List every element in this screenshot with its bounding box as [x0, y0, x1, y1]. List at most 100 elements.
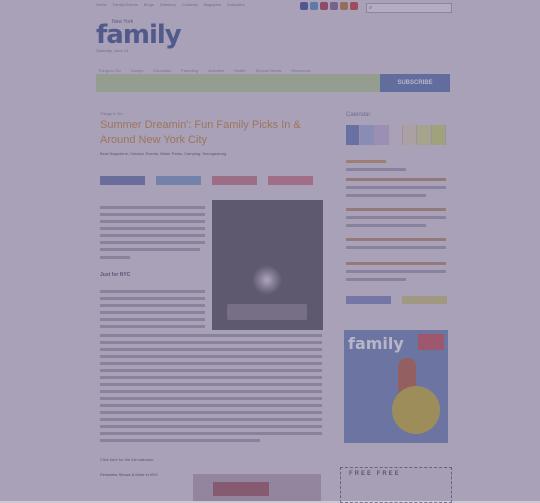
calendar-day[interactable]	[417, 125, 432, 145]
body-text-line	[100, 355, 322, 358]
subscribe-button[interactable]: SUBSCRIBE	[380, 74, 450, 92]
add-event-button[interactable]	[402, 296, 447, 304]
sidebar-event-line	[346, 278, 406, 281]
body-text-line	[100, 376, 322, 379]
sidebar-event-line	[346, 168, 406, 171]
body-text-line	[100, 318, 205, 321]
calendar-day[interactable]	[431, 125, 446, 145]
nav-item[interactable]: Camps	[131, 68, 144, 73]
body-text-line	[100, 220, 205, 223]
body-text-line	[100, 411, 322, 414]
see-all-events-button[interactable]	[346, 296, 391, 304]
sidebar-event-line	[346, 246, 446, 249]
body-text-line	[100, 362, 322, 365]
thumbnail-graphic	[213, 482, 269, 496]
promo-box[interactable]: FREE FREE	[340, 467, 452, 503]
section-subhead: Just for NYC	[100, 272, 131, 278]
fireworks-graphic	[252, 265, 282, 295]
calendar-day[interactable]	[374, 125, 389, 145]
calendar-day[interactable]	[346, 125, 361, 145]
sidebar-event-line	[346, 186, 446, 189]
body-text-line	[100, 341, 322, 344]
nav-item[interactable]: Activities	[208, 68, 224, 73]
body-text-line	[100, 418, 322, 421]
body-text-line	[100, 325, 205, 328]
facebook-icon[interactable]	[300, 2, 308, 10]
breadcrumb[interactable]: Things to Do	[100, 111, 123, 116]
body-text-line	[100, 297, 205, 300]
calendar-day[interactable]	[360, 125, 375, 145]
rss-icon[interactable]	[340, 2, 348, 10]
body-text-line	[100, 432, 322, 435]
share-email-button[interactable]	[268, 176, 313, 185]
body-text-line	[100, 256, 130, 259]
body-text-line	[100, 213, 205, 216]
sidebar-event-title[interactable]	[346, 178, 446, 181]
email-icon[interactable]	[350, 2, 358, 10]
article-tags[interactable]: Beat Nagodene; Outdoor Events; Water Par…	[100, 151, 226, 156]
sidebar-event-title[interactable]	[346, 208, 446, 211]
nav-item[interactable]: Parenting	[181, 68, 198, 73]
sidebar-event-title[interactable]	[346, 238, 446, 241]
body-text-line	[100, 383, 322, 386]
topnav-item[interactable]: Subscribe	[227, 2, 245, 12]
magazine-cover[interactable]: family	[344, 330, 448, 443]
body-text-line	[100, 248, 200, 251]
boat-graphic	[227, 304, 307, 320]
body-text-line	[100, 311, 205, 314]
share-twitter-button[interactable]	[156, 176, 201, 185]
calendar-heading: Calendar	[346, 112, 371, 118]
body-text-line	[100, 206, 205, 209]
sidebar-event-title[interactable]	[346, 262, 446, 265]
calendar-day[interactable]	[388, 125, 404, 145]
topnav-item[interactable]: Blogs	[144, 2, 154, 12]
body-text-line	[100, 348, 322, 351]
page: Home Family Events Blogs Directory Conte…	[0, 0, 540, 503]
body-text-line	[100, 439, 260, 442]
main-nav: Things to Do Camps Education Parenting A…	[98, 68, 311, 73]
sidebar-event-line	[346, 216, 446, 219]
sidebar-event-line	[346, 224, 426, 227]
body-text-line	[100, 334, 322, 337]
nav-item[interactable]: Things to Do	[98, 68, 121, 73]
related-article-link[interactable]: Fireworks Shows & More in NYC	[100, 472, 170, 478]
date-label: Saturday, June 13	[96, 48, 129, 53]
search-input[interactable]: ⌕	[366, 3, 452, 13]
ad-banner[interactable]: SUBSCRIBE	[96, 74, 450, 92]
article-photo	[212, 200, 323, 330]
body-text-line	[100, 397, 322, 400]
search-icon[interactable]: ⌕	[369, 5, 372, 11]
magazine-logo: family	[348, 334, 404, 353]
share-facebook-button[interactable]	[100, 176, 145, 185]
promo-label: FREE FREE	[349, 471, 401, 477]
topnav-item[interactable]: Magazine	[204, 2, 221, 12]
body-text-line	[100, 304, 205, 307]
related-thumbnail[interactable]	[193, 474, 321, 501]
nav-item[interactable]: Special Needs	[256, 68, 282, 73]
topnav-item[interactable]: Directory	[160, 2, 176, 12]
sidebar-event-line	[346, 270, 446, 273]
calendar-link[interactable]: Click here for the full calendar.	[100, 457, 154, 462]
instagram-icon[interactable]	[330, 2, 338, 10]
body-text-line	[100, 290, 205, 293]
body-text-line	[100, 404, 322, 407]
sidebar-event-line	[346, 194, 426, 197]
nav-item[interactable]: Education	[153, 68, 171, 73]
share-buttons	[100, 176, 313, 185]
twitter-icon[interactable]	[310, 2, 318, 10]
body-text-line	[100, 425, 322, 428]
site-logo[interactable]: family	[96, 20, 182, 50]
calendar-strip	[346, 125, 446, 145]
topnav-item[interactable]: Family Events	[113, 2, 138, 12]
pinterest-icon[interactable]	[320, 2, 328, 10]
calendar-day[interactable]	[403, 125, 418, 145]
cover-photo-ball	[392, 386, 440, 434]
nav-item[interactable]: Resources	[291, 68, 310, 73]
sidebar-event-title[interactable]	[346, 160, 386, 163]
topnav-item[interactable]: Home	[96, 2, 107, 12]
body-text-line	[100, 390, 322, 393]
share-pinterest-button[interactable]	[212, 176, 257, 185]
nav-item[interactable]: Health	[234, 68, 246, 73]
body-text-line	[100, 234, 205, 237]
topnav-item[interactable]: Contests	[182, 2, 198, 12]
